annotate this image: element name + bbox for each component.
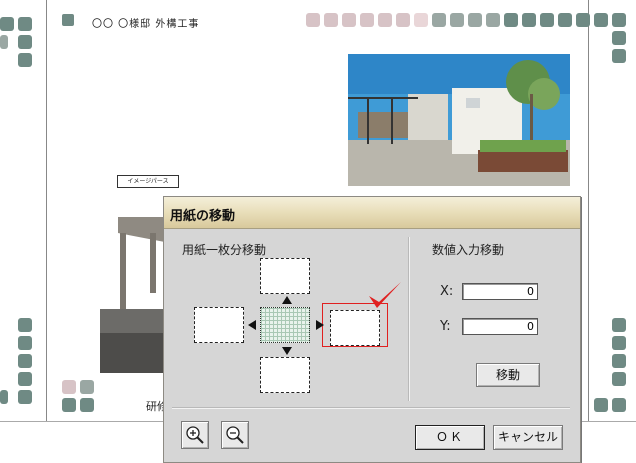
move-button[interactable]: 移動 bbox=[476, 363, 540, 387]
cancel-button[interactable]: キャンセル bbox=[493, 425, 563, 450]
move-paper-dialog: 用紙の移動 用紙一枚分移動 数値入力移動 X: Y: 移動 bbox=[163, 196, 581, 463]
page-right-button[interactable] bbox=[330, 310, 380, 346]
one-page-move-label: 用紙一枚分移動 bbox=[182, 243, 267, 257]
zoom-out-button[interactable] bbox=[221, 421, 249, 449]
arrow-left-icon[interactable] bbox=[248, 320, 256, 330]
arrow-right-icon[interactable] bbox=[316, 320, 324, 330]
ok-button[interactable]: ＯＫ bbox=[415, 425, 485, 450]
page-up-button[interactable] bbox=[260, 258, 310, 294]
current-page-indicator bbox=[260, 307, 310, 343]
dialog-title: 用紙の移動 bbox=[170, 209, 236, 224]
dialog-titlebar[interactable]: 用紙の移動 bbox=[164, 197, 580, 229]
zoom-in-icon bbox=[186, 426, 204, 444]
sheet-title: 〇〇 〇様邸 外構工事 bbox=[92, 19, 200, 30]
page-down-button[interactable] bbox=[260, 357, 310, 393]
check-mark-icon bbox=[369, 282, 401, 308]
sheet-border-right bbox=[588, 0, 589, 421]
image-label: イメージパース bbox=[117, 175, 179, 188]
arrow-down-icon[interactable] bbox=[282, 347, 292, 355]
footer-divider bbox=[172, 407, 570, 409]
numeric-move-label: 数値入力移動 bbox=[432, 243, 505, 257]
x-label: X: bbox=[440, 284, 454, 299]
rendering-left-image bbox=[100, 213, 170, 373]
y-input[interactable] bbox=[462, 318, 538, 335]
arrow-up-icon[interactable] bbox=[282, 296, 292, 304]
x-input[interactable] bbox=[462, 283, 538, 300]
y-label: Y: bbox=[440, 319, 451, 334]
group-divider bbox=[408, 237, 410, 401]
title-marker-icon bbox=[62, 14, 74, 26]
exterior-rendering-image bbox=[348, 54, 570, 186]
sheet-border-left bbox=[46, 0, 47, 421]
zoom-in-button[interactable] bbox=[181, 421, 209, 449]
page-left-button[interactable] bbox=[194, 307, 244, 343]
zoom-out-icon bbox=[226, 426, 244, 444]
